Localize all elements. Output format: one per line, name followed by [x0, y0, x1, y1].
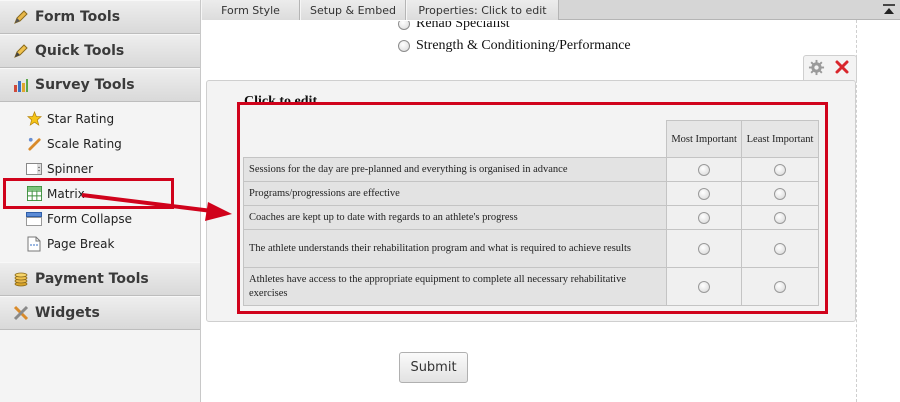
- category-label: Widgets: [35, 305, 100, 321]
- star-icon: [26, 111, 42, 127]
- quick-tools-icon: [12, 42, 30, 60]
- category-form-tools[interactable]: Form Tools: [0, 0, 200, 34]
- tool-label: Page Break: [47, 236, 115, 251]
- tool-label: Scale Rating: [47, 136, 122, 151]
- tool-label: Spinner: [47, 161, 94, 176]
- category-widgets[interactable]: Widgets: [0, 296, 200, 330]
- form-tools-icon: [12, 8, 30, 26]
- tab-setup-embed[interactable]: Setup & Embed: [300, 0, 406, 20]
- category-survey-tools[interactable]: Survey Tools: [0, 68, 200, 102]
- tool-form-collapse[interactable]: Form Collapse: [0, 206, 200, 231]
- category-label: Quick Tools: [35, 43, 125, 59]
- tool-star-rating[interactable]: Star Rating: [0, 106, 200, 131]
- spinner-icon: [26, 161, 42, 177]
- tool-label: Form Collapse: [47, 211, 133, 226]
- category-quick-tools[interactable]: Quick Tools: [0, 34, 200, 68]
- collapse-icon: [26, 211, 42, 227]
- payment-tools-icon: [12, 270, 30, 288]
- tool-page-break[interactable]: Page Break: [0, 231, 200, 256]
- top-tab-bar: Form Style Setup & Embed Properties: Cli…: [201, 0, 900, 20]
- category-payment-tools[interactable]: Payment Tools: [0, 262, 200, 296]
- delete-icon[interactable]: [834, 59, 850, 75]
- category-label: Survey Tools: [35, 77, 135, 93]
- tool-scale-rating[interactable]: Scale Rating: [0, 131, 200, 156]
- radio-option[interactable]: Strength & Conditioning/Performance: [398, 38, 631, 54]
- matrix-table-highlight: [237, 102, 828, 314]
- widgets-icon: [12, 304, 30, 322]
- scale-icon: [26, 136, 42, 152]
- radio-button[interactable]: [398, 40, 410, 52]
- page-break-icon: [26, 236, 42, 252]
- tool-label: Star Rating: [47, 111, 115, 126]
- collapse-up-icon[interactable]: [882, 4, 896, 16]
- category-label: Form Tools: [35, 9, 121, 25]
- survey-tools-icon: [12, 76, 30, 94]
- matrix-tool-highlight: [3, 178, 174, 209]
- gear-icon[interactable]: [808, 59, 825, 76]
- tab-properties[interactable]: Properties: Click to edit: [406, 0, 559, 20]
- tab-form-style[interactable]: Form Style: [201, 0, 300, 20]
- submit-button[interactable]: Submit: [399, 352, 468, 383]
- category-label: Payment Tools: [35, 271, 149, 287]
- radio-label: Strength & Conditioning/Performance: [416, 38, 631, 53]
